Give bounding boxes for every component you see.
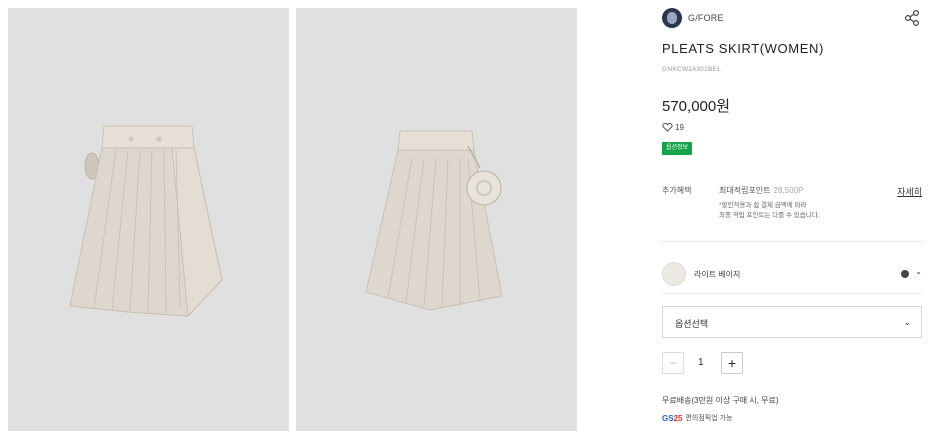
- divider: [662, 241, 922, 242]
- product-code: GNKCW24302BEL: [662, 66, 722, 73]
- share-icon: [904, 9, 920, 27]
- heart-icon: [662, 123, 673, 132]
- benefit-points-value: 28,500P: [773, 186, 804, 195]
- product-image-front[interactable]: [8, 8, 289, 431]
- benefit-note-line: 최종 적립 포인트는 다를 수 있습니다.: [719, 212, 820, 219]
- benefit-detail-link[interactable]: 자세히: [897, 185, 922, 198]
- brand-row: G/FORE: [662, 6, 922, 30]
- pickup-info: GS25 편의점픽업 가능: [662, 413, 733, 423]
- quantity-decrease-button[interactable]: −: [662, 352, 684, 374]
- benefit-points: 최대적립포인트 28,500P: [719, 185, 803, 196]
- skirt-front-illustration: [69, 125, 223, 318]
- color-swatch: [662, 262, 686, 286]
- like-button[interactable]: 19: [662, 123, 684, 132]
- product-title: PLEATS SKIRT(WOMEN): [662, 41, 824, 56]
- color-name: 라이트 베이지: [694, 269, 741, 279]
- option-select-label: 옵션선택: [675, 319, 709, 329]
- color-dot: [901, 270, 909, 278]
- share-button[interactable]: [902, 8, 922, 28]
- like-count: 19: [675, 123, 684, 132]
- gs25-logo: GS25: [662, 413, 683, 423]
- pickup-text: 편의점픽업 가능: [685, 415, 733, 422]
- quantity-increase-button[interactable]: +: [721, 352, 743, 374]
- option-select[interactable]: 옵션선택 ⌄: [662, 306, 922, 338]
- product-info-panel: G/FORE PLEATS SKIRT(WOMEN) GNKCW24302BEL…: [662, 0, 922, 439]
- chevron-down-icon: ⌄: [915, 267, 922, 276]
- product-image-back[interactable]: [296, 8, 577, 431]
- option-info-badge: 옵션정보: [662, 142, 693, 155]
- shipping-info: 무료배송(3만원 이상 구매 시, 무료): [662, 396, 779, 405]
- color-selector[interactable]: 라이트 베이지 ⌄: [662, 262, 922, 286]
- benefit-note-line: *할인적용과 쉼 결제 금액에 따라: [719, 202, 807, 209]
- quantity-value: 1: [698, 357, 704, 368]
- benefit-note: *할인적용과 쉼 결제 금액에 따라 최종 적립 포인트는 다를 수 있습니다.: [719, 201, 820, 221]
- benefit-points-title: 최대적립포인트: [719, 186, 771, 195]
- brand-logo[interactable]: [662, 8, 682, 28]
- divider: [662, 293, 922, 294]
- brand-name[interactable]: G/FORE: [688, 13, 724, 23]
- product-price: 570,000원: [662, 98, 731, 115]
- skirt-back-illustration: [365, 130, 503, 311]
- benefit-label: 추가혜택: [662, 186, 692, 195]
- chevron-down-icon: ⌄: [903, 317, 911, 327]
